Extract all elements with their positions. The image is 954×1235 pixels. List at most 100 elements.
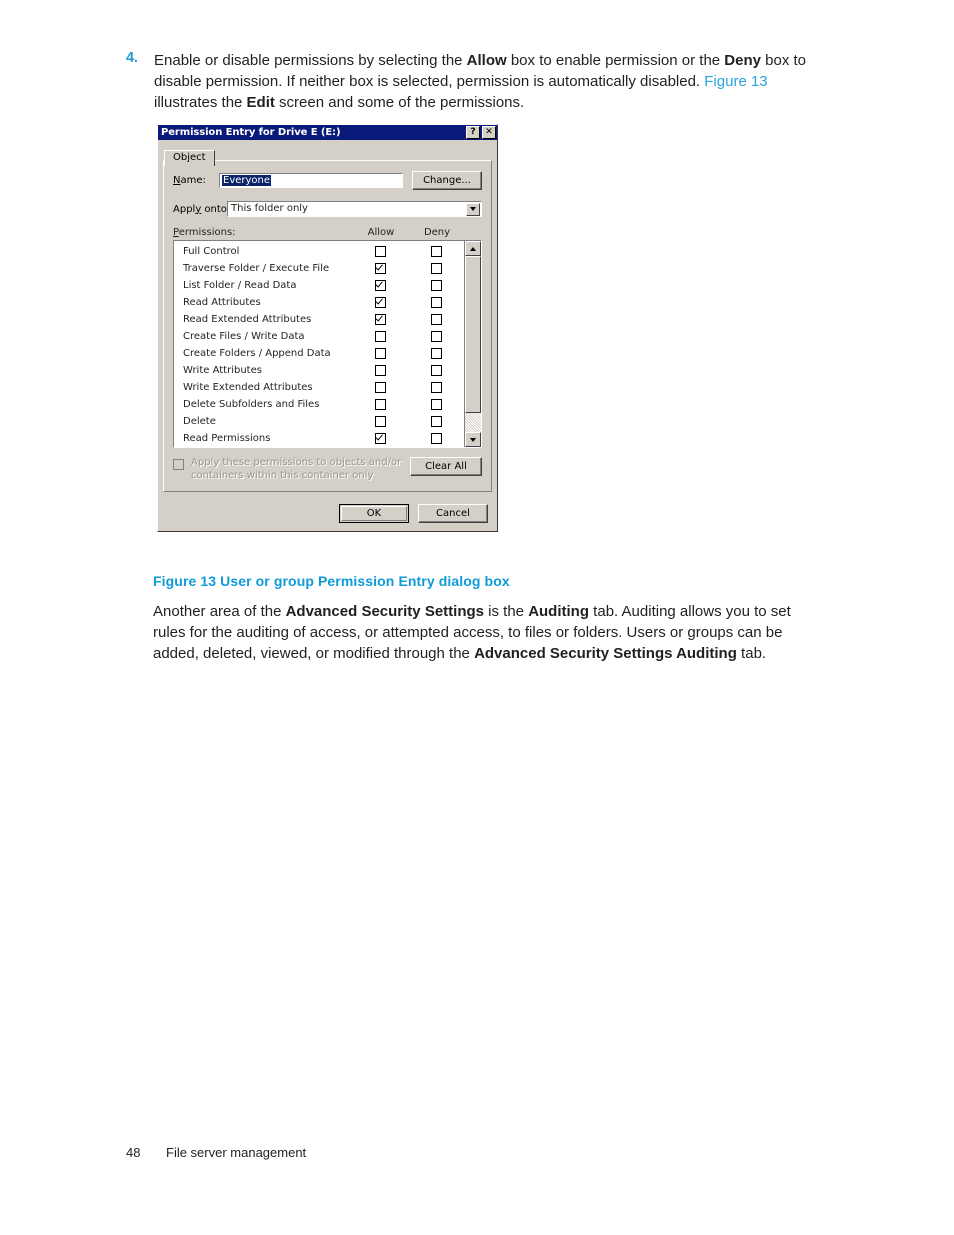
permission-row[interactable]: Read Permissions — [174, 430, 464, 447]
permission-allow-checkbox[interactable] — [374, 382, 386, 393]
permission-row[interactable]: Read Attributes — [174, 294, 464, 311]
permission-allow-cell — [352, 348, 408, 359]
permission-row[interactable]: Delete Subfolders and Files — [174, 396, 464, 413]
name-row: Name: Everyone Change... — [173, 171, 482, 190]
permission-row[interactable]: List Folder / Read Data — [174, 277, 464, 294]
permission-deny-checkbox[interactable] — [430, 246, 442, 257]
permissions-listbox[interactable]: Full Control Traverse Folder / Execute Fi… — [173, 240, 482, 448]
permission-deny-cell — [408, 348, 464, 359]
tab-strip: Object — [164, 145, 497, 166]
permission-name: Read Attributes — [183, 296, 261, 308]
permissions-label: Permissions: — [173, 227, 236, 238]
ok-button[interactable]: OK — [339, 504, 409, 523]
figure-caption: Figure 13 User or group Permission Entry… — [153, 573, 510, 589]
permission-deny-cell — [408, 246, 464, 257]
apply-to-container-row: Apply these permissions to objects and/o… — [173, 457, 482, 482]
permission-deny-checkbox[interactable] — [430, 348, 442, 359]
permission-name: Read Permissions — [183, 432, 271, 444]
permission-allow-checkbox[interactable] — [374, 331, 386, 342]
permission-allow-checkbox[interactable] — [374, 280, 386, 291]
permission-deny-checkbox[interactable] — [430, 314, 442, 325]
permission-allow-cell — [352, 297, 408, 308]
permission-deny-cell — [408, 297, 464, 308]
permission-row[interactable]: Write Extended Attributes — [174, 379, 464, 396]
apply-onto-row: Apply onto: This folder only — [173, 201, 482, 217]
scrollbar-track[interactable] — [465, 256, 481, 432]
footer-section-title: File server management — [166, 1145, 307, 1160]
permission-allow-cell — [352, 433, 408, 444]
page-number: 48 — [126, 1145, 141, 1160]
chevron-down-icon[interactable] — [466, 202, 480, 216]
name-input[interactable]: Everyone — [219, 173, 403, 188]
permission-name: Full Control — [183, 245, 240, 257]
permission-row[interactable]: Full Control — [174, 243, 464, 260]
permission-deny-cell — [408, 399, 464, 410]
step-text: Enable or disable permissions by selecti… — [154, 52, 807, 111]
permission-name: Write Attributes — [183, 364, 262, 376]
permission-row[interactable]: Delete — [174, 413, 464, 430]
cancel-button[interactable]: Cancel — [418, 504, 488, 523]
clear-all-button-label: Clear All — [425, 461, 467, 472]
permission-name: Delete — [183, 415, 216, 427]
permission-allow-checkbox[interactable] — [374, 246, 386, 257]
permission-allow-checkbox[interactable] — [374, 365, 386, 376]
permission-allow-checkbox[interactable] — [374, 263, 386, 274]
permission-name: List Folder / Read Data — [183, 279, 297, 291]
scrollbar-thumb[interactable] — [465, 256, 481, 413]
apply-to-container-checkbox[interactable] — [173, 459, 184, 470]
permission-name: Read Extended Attributes — [183, 313, 312, 325]
permission-allow-cell — [352, 280, 408, 291]
dialog-title: Permission Entry for Drive E (E:) — [161, 127, 341, 138]
permission-deny-checkbox[interactable] — [430, 433, 442, 444]
change-button[interactable]: Change... — [412, 171, 482, 190]
tab-object[interactable]: Object — [164, 150, 215, 166]
help-icon[interactable]: ? — [466, 126, 480, 139]
permission-allow-checkbox[interactable] — [374, 399, 386, 410]
permission-allow-checkbox[interactable] — [374, 433, 386, 444]
permission-allow-cell — [352, 246, 408, 257]
permission-deny-checkbox[interactable] — [430, 382, 442, 393]
permission-row[interactable]: Write Attributes — [174, 362, 464, 379]
permission-name: Create Files / Write Data — [183, 330, 305, 342]
permission-name: Traverse Folder / Execute File — [183, 262, 330, 274]
permissions-header: Permissions: Allow Deny — [173, 227, 482, 238]
name-input-value: Everyone — [222, 175, 272, 186]
permission-allow-checkbox[interactable] — [374, 297, 386, 308]
permission-row[interactable]: Create Folders / Append Data — [174, 345, 464, 362]
apply-onto-label: Apply onto: — [173, 203, 231, 215]
permissions-scrollbar[interactable] — [464, 241, 481, 447]
permission-allow-checkbox[interactable] — [374, 348, 386, 359]
permission-deny-checkbox[interactable] — [430, 263, 442, 274]
permission-deny-cell — [408, 280, 464, 291]
dialog-titlebar: Permission Entry for Drive E (E:) ? ✕ — [158, 125, 497, 140]
permission-deny-cell — [408, 314, 464, 325]
scroll-up-icon[interactable] — [465, 241, 481, 256]
permission-deny-checkbox[interactable] — [430, 297, 442, 308]
permission-row[interactable]: Create Files / Write Data — [174, 328, 464, 345]
clear-all-button[interactable]: Clear All — [410, 457, 482, 476]
permission-deny-checkbox[interactable] — [430, 280, 442, 291]
permission-deny-checkbox[interactable] — [430, 365, 442, 376]
body-paragraph: Another area of the Advanced Security Se… — [153, 603, 791, 662]
close-icon[interactable]: ✕ — [482, 126, 496, 139]
permission-allow-cell — [352, 331, 408, 342]
permission-deny-checkbox[interactable] — [430, 416, 442, 427]
permission-row[interactable]: Read Extended Attributes — [174, 311, 464, 328]
permission-allow-cell — [352, 399, 408, 410]
permission-deny-checkbox[interactable] — [430, 331, 442, 342]
permission-row[interactable]: Traverse Folder / Execute File — [174, 260, 464, 277]
permission-deny-cell — [408, 433, 464, 444]
permission-deny-checkbox[interactable] — [430, 399, 442, 410]
ok-button-label: OK — [341, 506, 407, 521]
permission-deny-cell — [408, 331, 464, 342]
permission-allow-checkbox[interactable] — [374, 416, 386, 427]
apply-to-container-label: Apply these permissions to objects and/o… — [191, 457, 402, 481]
apply-onto-select[interactable]: This folder only — [227, 201, 482, 217]
permission-name: Delete Subfolders and Files — [183, 398, 320, 410]
scroll-down-icon[interactable] — [465, 432, 481, 447]
permission-allow-checkbox[interactable] — [374, 314, 386, 325]
numbered-step-4: 4. Enable or disable permissions by sele… — [126, 50, 816, 113]
change-button-label: Change... — [423, 175, 471, 186]
figure-xref-link[interactable]: Figure 13 — [704, 73, 767, 90]
permission-deny-cell — [408, 263, 464, 274]
